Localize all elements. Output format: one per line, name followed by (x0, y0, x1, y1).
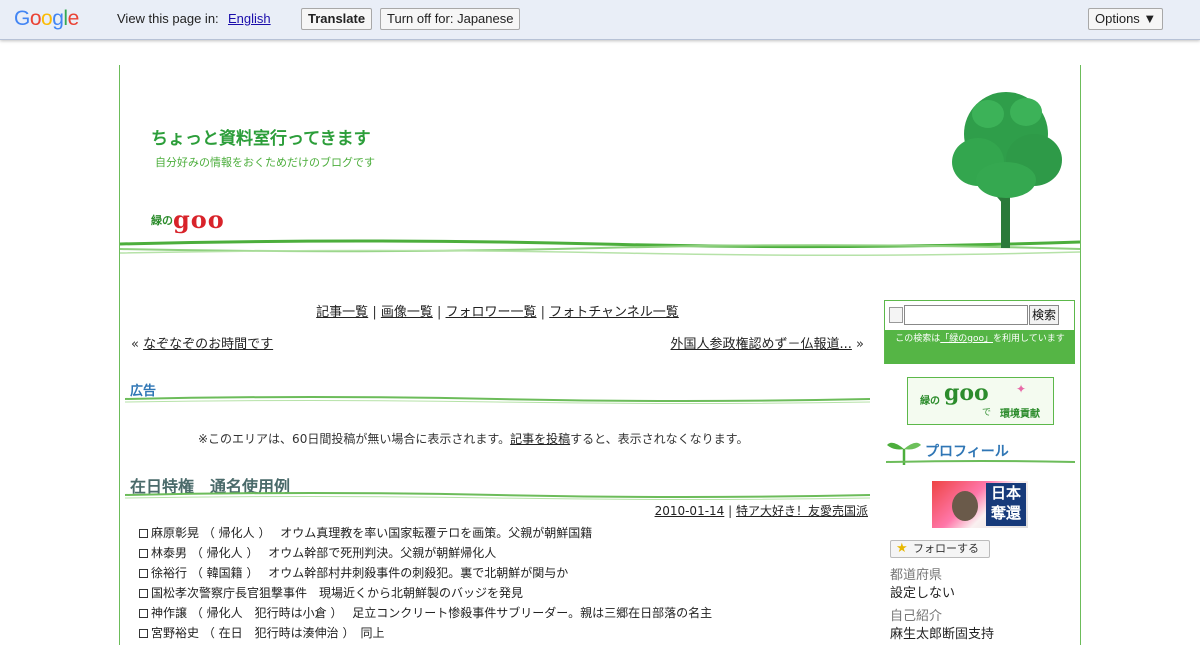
nav-link[interactable]: 画像一覧 (381, 305, 433, 320)
nav-link[interactable]: フォロワー一覧 (446, 305, 537, 320)
search-button[interactable]: 検索 (1029, 305, 1059, 325)
post-line-text: 林泰男 （ 帰化人 ） オウム幹部で死刑判決。父親が朝鮮帰化人 (151, 546, 497, 560)
checkbox-square-icon (139, 569, 148, 578)
google-logo-letter: o (41, 7, 53, 30)
prev-post-link[interactable]: なぞなぞのお時間です (143, 337, 273, 352)
translate-button[interactable]: Translate (301, 8, 373, 30)
post-category-link[interactable]: 特ア大好き！友愛売国派 (736, 504, 868, 518)
midori-goo-link[interactable]: 「緑のgoo」 (940, 334, 993, 344)
google-logo-letter: o (29, 7, 42, 30)
google-logo: Google (14, 7, 79, 31)
ad-text-after: すると、表示されなくなります。 (570, 432, 749, 446)
ad-notice: ※このエリアは、60日間投稿が無い場合に表示されます。記事を投稿すると、表示され… (198, 430, 748, 447)
post-line-text: 徐裕行 （ 韓国籍 ） オウム幹部村井刺殺事件の刺殺犯。裏で北朝鮮が関与か (151, 566, 569, 580)
banner-midori: 緑の (920, 396, 940, 407)
profile-field-value: 麻生太郎断固支持 (890, 627, 995, 642)
midori-goo-logo[interactable]: 緑のgoo (151, 205, 225, 234)
post-line-text: 国松孝次警察庁長官狙撃事件 現場近くから北朝鮮製のバッジを発見 (151, 586, 524, 600)
logo-goo-text: goo (173, 205, 225, 234)
follow-label: フォローする (913, 542, 979, 555)
post-line: 徐裕行 （ 韓国籍 ） オウム幹部村井刺殺事件の刺殺犯。裏で北朝鮮が関与か (139, 565, 712, 585)
tree-illustration (952, 92, 1062, 248)
profile-field-label: 都道府県 (890, 568, 943, 583)
search-note-before: この検索は (895, 334, 941, 344)
google-logo-letter: g (52, 7, 64, 30)
nav-link[interactable]: フォトチャンネル一覧 (549, 305, 679, 320)
translate-bar: Google View this page in: English Transl… (0, 0, 1200, 40)
midori-goo-banner[interactable]: 緑の goo で 環境貢献 ✦ (907, 377, 1054, 425)
post-meta: 2010-01-14 | 特ア大好き！友愛売国派 (655, 502, 868, 519)
translate-prompt: View this page in: (117, 11, 219, 26)
ad-divider (125, 396, 870, 404)
checkbox-square-icon (139, 609, 148, 618)
star-icon: ★ (896, 541, 908, 556)
search-input[interactable] (904, 305, 1028, 325)
post-article-link[interactable]: 記事を投稿 (510, 432, 570, 446)
options-button[interactable]: Options ▼ (1088, 8, 1164, 30)
avatar-figure (952, 491, 978, 521)
post-line: 国松孝次警察庁長官狙撃事件 現場近くから北朝鮮製のバッジを発見 (139, 585, 712, 605)
post-divider (125, 492, 870, 500)
broken-image-icon (889, 307, 903, 323)
checkbox-square-icon (139, 529, 148, 538)
logo-midori-text: 緑の (151, 214, 173, 227)
checkbox-square-icon (139, 549, 148, 558)
search-note-after: を利用しています (993, 334, 1065, 344)
banner-goo: goo (944, 380, 989, 406)
profile-divider (886, 460, 1075, 463)
checkbox-square-icon (139, 629, 148, 638)
profile-heading: プロフィール (925, 444, 1009, 460)
banner-kankyo: 環境貢献 (1000, 409, 1040, 420)
article-nav: 記事一覧 | 画像一覧 | フォロワー一覧 | フォトチャンネル一覧 (125, 301, 870, 320)
nav-separator: | (368, 305, 381, 320)
bird-icon: ✦ (1016, 382, 1027, 396)
avatar-text: 日本奪還 (986, 483, 1026, 526)
profile-field-label: 自己紹介 (890, 609, 943, 624)
nav-separator: | (432, 305, 446, 320)
ad-text-before: ※このエリアは、60日間投稿が無い場合に表示されます。 (198, 432, 511, 446)
post-line: 神作譲 （ 帰化人 犯行時は小倉 ） 足立コンクリート惨殺事件サブリーダー。親は… (139, 605, 712, 625)
post-line: 宮野裕史 （ 在日 犯行時は湊伸治 ） 同上 (139, 625, 712, 645)
blog-title[interactable]: ちょっと資料室行ってきます (151, 124, 371, 149)
blog-description: 自分好みの情報をおくためだけのブログです (155, 156, 375, 169)
search-note: この検索は「緑のgoo」を利用しています (885, 330, 1075, 364)
meta-separator: | (724, 504, 736, 518)
post-line-text: 神作譲 （ 帰化人 犯行時は小倉 ） 足立コンクリート惨殺事件サブリーダー。親は… (151, 606, 713, 620)
profile-field-value: 設定しない (890, 586, 956, 601)
turn-off-button[interactable]: Turn off for: Japanese (380, 8, 521, 30)
language-link[interactable]: English (228, 11, 271, 26)
checkbox-square-icon (139, 589, 148, 598)
nav-separator: | (536, 305, 550, 320)
avatar[interactable]: 日本奪還 (932, 481, 1028, 528)
prev-post-nav: « なぞなぞのお時間です (131, 333, 273, 352)
header-wave-decoration (120, 239, 1080, 257)
post-line: 麻原彰晃 （ 帰化人 ） オウム真理教を率い国家転覆テロを画策。父親が朝鮮国籍 (139, 525, 712, 545)
next-post-nav: 外国人参政権認めず－仏報道... » (671, 333, 865, 352)
google-logo-letter: e (67, 7, 80, 30)
post-line: 林泰男 （ 帰化人 ） オウム幹部で死刑判決。父親が朝鮮帰化人 (139, 545, 712, 565)
post-line-text: 宮野裕史 （ 在日 犯行時は湊伸治 ） 同上 (151, 626, 385, 640)
post-line-text: 麻原彰晃 （ 帰化人 ） オウム真理教を率い国家転覆テロを画策。父親が朝鮮国籍 (151, 526, 593, 540)
nav-link[interactable]: 記事一覧 (316, 305, 368, 320)
next-post-link[interactable]: 外国人参政権認めず－仏報道... (671, 337, 852, 352)
google-logo-letter: G (14, 7, 30, 30)
prev-arrow: « (131, 337, 144, 352)
follow-button[interactable]: ★ フォローする (890, 540, 990, 558)
banner-de: で (982, 408, 992, 418)
post-body: 麻原彰晃 （ 帰化人 ） オウム真理教を率い国家転覆テロを画策。父親が朝鮮国籍林… (139, 525, 712, 645)
next-arrow: » (851, 337, 864, 352)
post-date-link[interactable]: 2010-01-14 (655, 504, 725, 518)
